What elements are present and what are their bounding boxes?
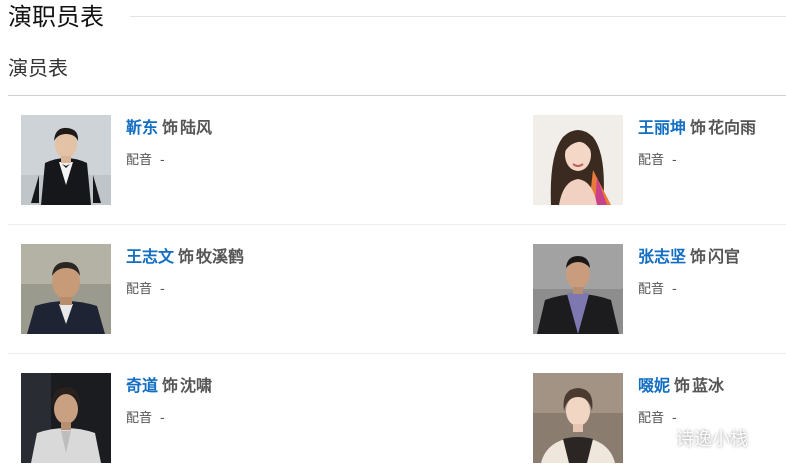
row-divider — [8, 353, 786, 354]
dub-label: 配音 — [126, 411, 153, 426]
actor-name-link[interactable]: 靳东 — [126, 118, 158, 137]
actor-portrait-icon — [21, 115, 111, 205]
actor-photo[interactable] — [533, 244, 623, 334]
cast-card: 张志坚饰闪官 配音 - — [533, 244, 786, 336]
actor-photo[interactable] — [21, 373, 111, 463]
role-name: 沈啸 — [180, 376, 213, 395]
dub-label: 配音 — [126, 153, 153, 168]
cast-name-line: 王志文饰牧溪鹤 — [126, 246, 244, 268]
actor-portrait-icon — [533, 373, 623, 463]
section-title-rule — [130, 16, 786, 17]
dub-value: - — [672, 282, 677, 297]
as-connector: 饰 — [690, 118, 707, 137]
cast-card: 啜妮饰蓝冰 配音 - — [533, 373, 786, 465]
cast-card: 靳东饰陆风 配音 - — [21, 115, 381, 207]
row-divider — [8, 224, 786, 225]
cast-name-line: 啜妮饰蓝冰 — [638, 375, 724, 397]
as-connector: 饰 — [162, 118, 179, 137]
dub-value: - — [160, 282, 165, 297]
actor-name-link[interactable]: 奇道 — [126, 376, 158, 395]
actor-name-link[interactable]: 张志坚 — [638, 247, 686, 266]
role-name: 闪官 — [708, 247, 741, 266]
cast-list-title: 演员表 — [8, 56, 68, 80]
actor-portrait-icon — [533, 115, 623, 205]
cast-card: 奇道饰沈啸 配音 - — [21, 373, 381, 465]
dub-line: 配音 - — [126, 411, 212, 427]
actor-photo[interactable] — [533, 115, 623, 205]
dub-line: 配音 - — [638, 153, 756, 169]
actor-name-link[interactable]: 王志文 — [126, 247, 174, 266]
dub-label: 配音 — [638, 411, 665, 426]
actor-photo[interactable] — [533, 373, 623, 463]
dub-value: - — [160, 153, 165, 168]
actor-name-link[interactable]: 啜妮 — [638, 376, 670, 395]
dub-value: - — [672, 411, 677, 426]
cast-name-line: 奇道饰沈啸 — [126, 375, 212, 397]
actor-portrait-icon — [533, 244, 623, 334]
dub-label: 配音 — [638, 282, 665, 297]
cast-name-line: 王丽坤饰花向雨 — [638, 117, 756, 139]
cast-list-title-rule — [8, 95, 786, 96]
actor-portrait-icon — [21, 373, 111, 463]
dub-label: 配音 — [638, 153, 665, 168]
as-connector: 饰 — [674, 376, 691, 395]
cast-name-line: 张志坚饰闪官 — [638, 246, 740, 268]
dub-line: 配音 - — [638, 282, 740, 298]
role-name: 牧溪鹤 — [196, 247, 245, 266]
actor-name-link[interactable]: 王丽坤 — [638, 118, 686, 137]
dub-value: - — [672, 153, 677, 168]
dub-line: 配音 - — [126, 153, 212, 169]
actor-portrait-icon — [21, 244, 111, 334]
section-title: 演职员表 — [8, 3, 104, 31]
role-name: 蓝冰 — [692, 376, 725, 395]
as-connector: 饰 — [178, 247, 195, 266]
as-connector: 饰 — [690, 247, 707, 266]
as-connector: 饰 — [162, 376, 179, 395]
dub-value: - — [160, 411, 165, 426]
role-name: 花向雨 — [708, 118, 757, 137]
dub-label: 配音 — [126, 282, 153, 297]
actor-photo[interactable] — [21, 244, 111, 334]
role-name: 陆风 — [180, 118, 213, 137]
dub-line: 配音 - — [126, 282, 244, 298]
actor-photo[interactable] — [21, 115, 111, 205]
section-header: 演职员表 — [8, 0, 786, 34]
cast-card: 王志文饰牧溪鹤 配音 - — [21, 244, 381, 336]
watermark-text: 诗逸小栈 — [676, 429, 748, 450]
cast-card: 王丽坤饰花向雨 配音 - — [533, 115, 786, 207]
dub-line: 配音 - — [638, 411, 724, 427]
cast-name-line: 靳东饰陆风 — [126, 117, 212, 139]
